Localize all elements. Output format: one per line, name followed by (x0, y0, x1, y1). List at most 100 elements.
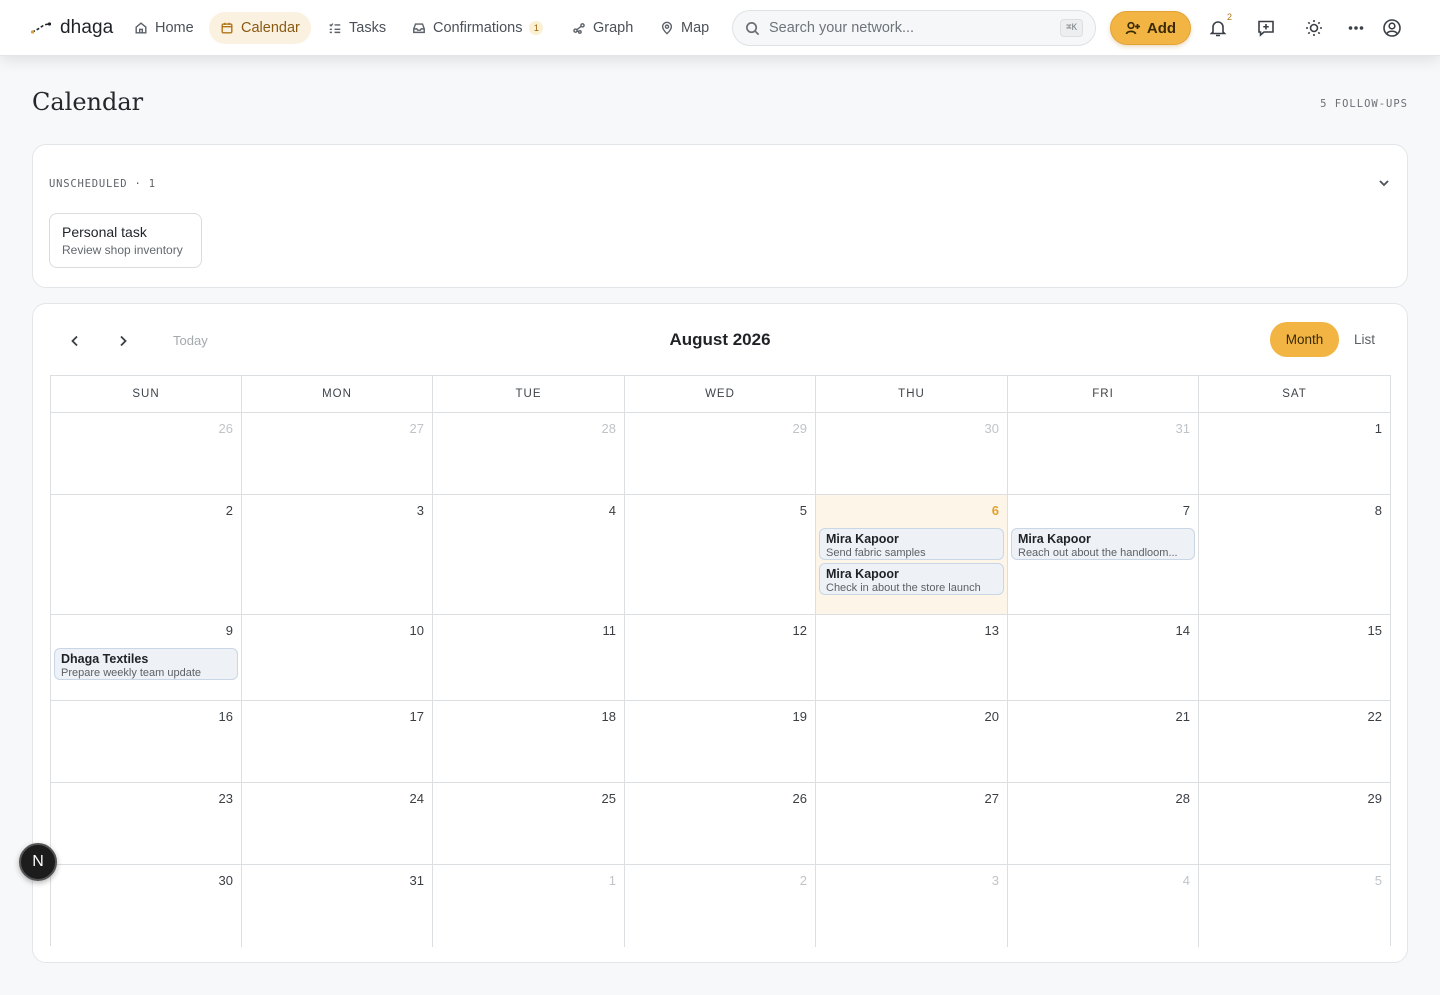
day-number: 3 (991, 873, 999, 888)
calendar-day-cell[interactable]: 2 (51, 495, 242, 615)
home-icon (135, 22, 147, 34)
day-number: 19 (792, 709, 807, 724)
calendar-day-cell[interactable]: 1 (433, 865, 625, 947)
calendar-day-cell[interactable]: 3 (816, 865, 1008, 947)
theme-toggle-button[interactable] (1300, 14, 1328, 42)
calendar-day-cell[interactable]: 15 (1199, 615, 1390, 701)
calendar-icon (221, 22, 233, 34)
search-input[interactable] (769, 20, 1052, 36)
calendar-day-cell[interactable]: 12 (625, 615, 816, 701)
calendar-day-cell[interactable]: 10 (242, 615, 433, 701)
calendar-day-cell[interactable]: 22 (1199, 701, 1390, 783)
calendar-day-cell[interactable]: 5 (625, 495, 816, 615)
calendar-day-cell[interactable]: 23 (51, 783, 242, 865)
calendar-day-cell[interactable]: 27 (816, 783, 1008, 865)
chevron-down-icon[interactable] (1377, 176, 1391, 190)
calendar-day-cell[interactable]: 5 (1199, 865, 1390, 947)
calendar-day-cell[interactable]: 31 (1008, 413, 1199, 495)
weekday-header: SAT (1199, 376, 1390, 413)
day-number: 10 (409, 623, 424, 638)
day-number: 4 (608, 503, 616, 518)
calendar-day-cell[interactable]: 24 (242, 783, 433, 865)
more-options-button[interactable] (1342, 14, 1370, 42)
weekday-header: WED (625, 376, 816, 413)
nav-home[interactable]: Home (123, 12, 205, 44)
calendar-day-cell[interactable]: 16 (51, 701, 242, 783)
calendar-event[interactable]: Mira Kapoor Send fabric samples (819, 528, 1004, 560)
calendar-day-cell[interactable]: 4 (433, 495, 625, 615)
day-number: 8 (1374, 503, 1382, 518)
calendar-day-cell[interactable]: 11 (433, 615, 625, 701)
followups-count: 5 FOLLOW-UPS (1320, 98, 1408, 110)
nav-calendar-label: Calendar (241, 20, 300, 36)
calendar-day-cell[interactable]: 6 Mira Kapoor Send fabric samples Mira Kapo… (816, 495, 1008, 615)
day-number: 17 (409, 709, 424, 724)
calendar-day-cell[interactable]: 26 (51, 413, 242, 495)
view-list-button[interactable]: List (1354, 332, 1375, 347)
task-title: Personal task (62, 224, 147, 240)
day-number: 25 (601, 791, 616, 806)
day-number: 26 (218, 421, 233, 436)
calendar-day-cell[interactable]: 28 (433, 413, 625, 495)
calendar-day-cell[interactable]: 14 (1008, 615, 1199, 701)
calendar-day-cell[interactable]: 28 (1008, 783, 1199, 865)
calendar-day-cell[interactable]: 19 (625, 701, 816, 783)
calendar-day-cell[interactable]: 20 (816, 701, 1008, 783)
calendar-event[interactable]: Mira Kapoor Reach out about the handloom.… (1011, 528, 1195, 560)
calendar-day-cell[interactable]: 30 (51, 865, 242, 947)
day-number: 5 (799, 503, 807, 518)
nav-confirmations-label: Confirmations (433, 20, 523, 36)
unscheduled-task-card[interactable]: Personal task Review shop inventory (49, 213, 202, 268)
calendar-day-cell[interactable]: 13 (816, 615, 1008, 701)
calendar-day-cell[interactable]: 27 (242, 413, 433, 495)
search-bar[interactable]: ⌘K (732, 10, 1096, 46)
nav-tasks[interactable]: Tasks (317, 12, 397, 44)
calendar-day-cell[interactable]: 21 (1008, 701, 1199, 783)
tasks-icon (329, 23, 341, 34)
calendar-day-cell[interactable]: 1 (1199, 413, 1390, 495)
view-month-button[interactable]: Month (1270, 322, 1339, 357)
calendar-day-cell[interactable]: 3 (242, 495, 433, 615)
nav-map[interactable]: Map (649, 12, 720, 44)
event-subtitle: Reach out about the handloom... (1018, 547, 1178, 559)
calendar-day-cell[interactable]: 18 (433, 701, 625, 783)
calendar-day-cell[interactable]: 26 (625, 783, 816, 865)
calendar-event[interactable]: Mira Kapoor Check in about the store laun… (819, 563, 1004, 595)
event-title: Dhaga Textiles (61, 652, 149, 666)
day-number: 3 (416, 503, 424, 518)
calendar-day-cell[interactable]: 7 Mira Kapoor Reach out about the handloom… (1008, 495, 1199, 615)
calendar-day-cell[interactable]: 17 (242, 701, 433, 783)
day-number: 5 (1374, 873, 1382, 888)
floating-n-button[interactable]: N (19, 843, 57, 881)
calendar-day-cell[interactable]: 8 (1199, 495, 1390, 615)
day-number: 16 (218, 709, 233, 724)
top-navigation-bar: dhaga Home Calendar Tasks Confirmations … (0, 0, 1440, 56)
weekday-header: MON (242, 376, 433, 413)
new-message-button[interactable] (1252, 14, 1280, 42)
add-contact-button[interactable]: Add (1110, 11, 1191, 45)
nav-graph[interactable]: Graph (561, 12, 644, 44)
calendar-day-cell[interactable]: 4 (1008, 865, 1199, 947)
calendar-day-cell[interactable]: 2 (625, 865, 816, 947)
unscheduled-panel: UNSCHEDULED · 1 Personal task Review sho… (32, 144, 1408, 288)
day-number: 24 (409, 791, 424, 806)
weekday-header: SUN (51, 376, 242, 413)
calendar-day-cell[interactable]: 29 (1199, 783, 1390, 865)
calendar-day-cell[interactable]: 29 (625, 413, 816, 495)
nav-graph-label: Graph (593, 20, 634, 36)
calendar-day-cell[interactable]: 31 (242, 865, 433, 947)
more-horizontal-icon (1348, 26, 1364, 30)
day-number: 21 (1175, 709, 1190, 724)
day-number: 6 (991, 503, 999, 518)
nav-confirmations[interactable]: Confirmations 1 (401, 12, 554, 44)
calendar-day-cell[interactable]: 9 Dhaga Textiles Prepare weekly team updat… (51, 615, 242, 701)
notifications-button[interactable]: 2 (1204, 12, 1232, 42)
calendar-event[interactable]: Dhaga Textiles Prepare weekly team update (54, 648, 238, 680)
app-logo[interactable]: dhaga (30, 15, 113, 41)
calendar-day-cell[interactable]: 30 (816, 413, 1008, 495)
day-number: 30 (984, 421, 999, 436)
calendar-day-cell[interactable]: 25 (433, 783, 625, 865)
nav-calendar[interactable]: Calendar (209, 12, 311, 44)
map-pin-icon (661, 21, 673, 35)
account-button[interactable] (1378, 14, 1406, 42)
